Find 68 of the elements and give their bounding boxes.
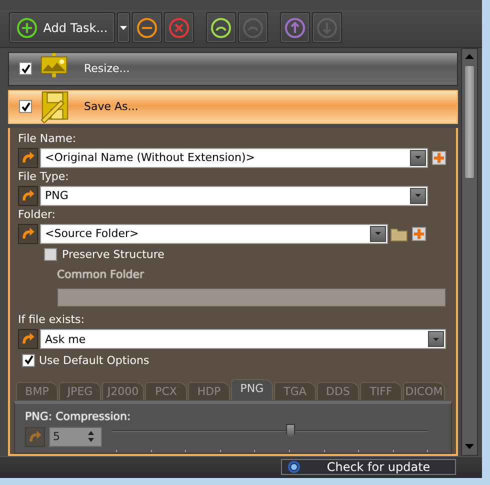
task-title: Resize... (84, 62, 130, 76)
checkbox[interactable] (44, 248, 57, 262)
format-tab[interactable]: BMP (16, 382, 58, 400)
arc-up-icon (242, 16, 264, 39)
caret-icon (375, 232, 381, 236)
task-checkbox[interactable] (19, 100, 32, 114)
task-checkbox[interactable] (19, 62, 32, 76)
checkbox-label: Preserve Structure (62, 248, 164, 262)
folder-icon[interactable] (390, 226, 408, 242)
arrow-down-icon (316, 16, 338, 39)
minus-icon (136, 16, 158, 39)
reset-button[interactable] (18, 186, 38, 206)
task-header[interactable]: Save As... (8, 90, 458, 124)
dropdown-button[interactable] (428, 331, 444, 348)
dropdown-button[interactable] (410, 150, 426, 166)
reset-button[interactable] (18, 329, 38, 350)
triangle-down-icon (465, 444, 474, 450)
close-icon (168, 16, 190, 39)
reset-button[interactable] (18, 148, 38, 168)
caret-icon (433, 338, 439, 341)
arc-up-icon (210, 16, 232, 39)
scrollbar-thumb[interactable] (464, 64, 475, 179)
dropdown-button[interactable] (410, 188, 426, 204)
reset-button[interactable] (18, 224, 38, 244)
arrow-up-icon (284, 16, 306, 39)
format-tab[interactable]: J2000 (102, 382, 144, 400)
format-tab[interactable]: HDP (188, 382, 230, 400)
format-tab[interactable]: TGA (274, 382, 316, 400)
format-tab[interactable]: JPEG (59, 382, 101, 400)
field-label: File Name: (18, 132, 78, 146)
format-tab[interactable]: DDS (317, 382, 359, 400)
dropdown-button[interactable] (117, 12, 130, 44)
spin-arrows-icon[interactable] (87, 431, 95, 442)
checkbox[interactable] (22, 354, 35, 367)
caret-icon (415, 156, 421, 160)
combo-field[interactable]: <Source Folder> (40, 224, 388, 244)
format-tab[interactable]: TIFF (360, 382, 402, 400)
compression-spinner[interactable]: 5 (49, 426, 102, 447)
slider-thumb[interactable] (286, 424, 296, 438)
globe-icon (286, 461, 302, 474)
compression-label: PNG: Compression: (25, 410, 132, 423)
field-label: If file exists: (18, 313, 86, 328)
plus-icon[interactable] (412, 226, 426, 241)
caret-icon (415, 194, 421, 198)
field-label: File Type: (18, 170, 70, 184)
check-update-button[interactable]: Check for update (281, 459, 456, 476)
combo-field[interactable]: Ask me (40, 329, 446, 350)
caret-icon (120, 26, 127, 30)
plus-icon (16, 16, 38, 39)
triangle-up-icon (465, 54, 474, 60)
reset-button[interactable] (25, 426, 45, 447)
plus-icon[interactable] (432, 150, 446, 165)
format-tab[interactable]: DICOM (403, 382, 445, 400)
clear-button[interactable] (164, 12, 194, 44)
format-tab[interactable]: PCX (145, 382, 187, 400)
combo-field[interactable]: PNG (40, 186, 428, 206)
add-task-button[interactable]: Add Task... (9, 12, 115, 44)
field-label: Folder: (18, 208, 57, 222)
dropdown-button[interactable] (370, 226, 386, 242)
task-header[interactable]: Resize... (8, 52, 458, 86)
task-title: Save As... (84, 100, 138, 114)
format-tab[interactable]: PNG (231, 378, 273, 400)
combo-field[interactable]: <Original Name (Without Extension)> (40, 148, 428, 168)
checkbox-label: Use Default Options (39, 354, 150, 367)
field-label: Common Folder (57, 268, 146, 282)
collapse-button[interactable] (206, 12, 236, 44)
remove-button[interactable] (132, 12, 162, 44)
up-button[interactable] (280, 12, 310, 44)
